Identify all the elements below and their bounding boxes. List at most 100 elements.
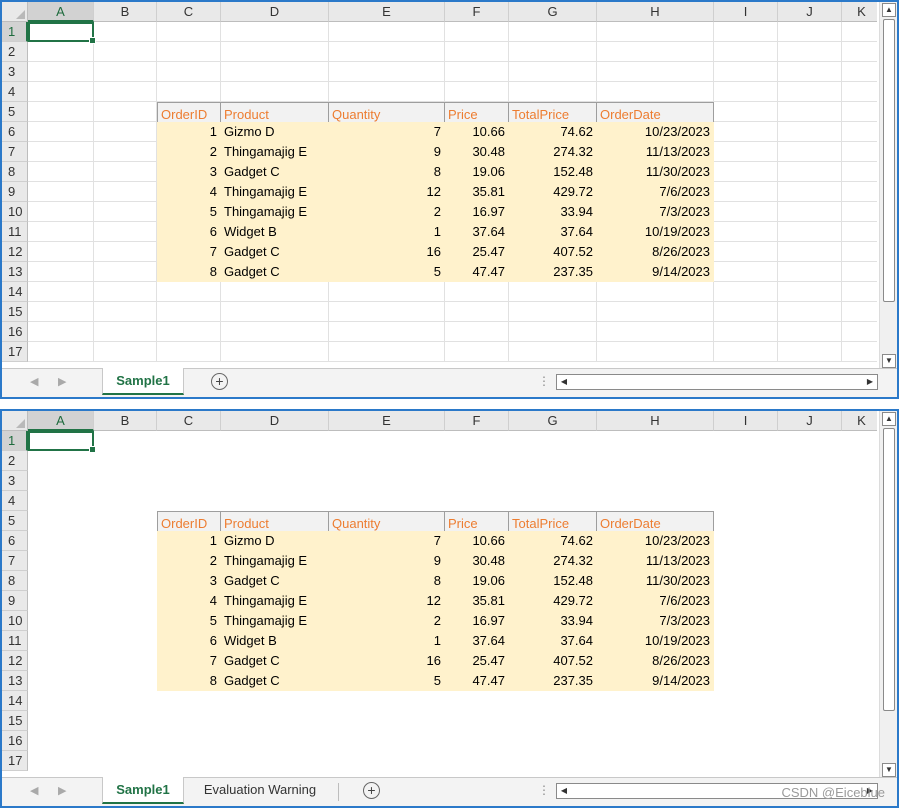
table-cell[interactable]: 16.97 [445,202,509,222]
cell[interactable] [94,691,157,711]
cell[interactable] [28,651,94,671]
cell[interactable] [778,491,842,511]
cell[interactable] [842,222,877,242]
table-header-cell[interactable]: OrderID [157,511,221,532]
table-cell[interactable]: 16 [329,242,445,262]
table-cell[interactable]: 152.48 [509,162,597,182]
cell[interactable] [509,731,597,751]
table-cell[interactable]: 30.48 [445,142,509,162]
row-header-12[interactable]: 12 [2,242,28,262]
cell[interactable] [714,182,778,202]
cell[interactable] [94,242,157,262]
column-header-h[interactable]: H [597,2,714,22]
cell[interactable] [714,571,778,591]
cell[interactable] [597,431,714,451]
table-cell[interactable]: 7 [329,122,445,142]
vertical-scroll-thumb[interactable] [883,19,895,302]
table-cell[interactable]: 7/3/2023 [597,202,714,222]
cell[interactable] [94,671,157,691]
table-cell[interactable]: 35.81 [445,182,509,202]
cell[interactable] [842,631,877,651]
cell[interactable] [157,322,221,342]
cell[interactable] [94,731,157,751]
row-header-13[interactable]: 13 [2,671,28,691]
table-cell[interactable]: 16 [329,651,445,671]
table-cell[interactable]: 6 [157,222,221,242]
table-cell[interactable]: 7/6/2023 [597,182,714,202]
row-header-3[interactable]: 3 [2,62,28,82]
row-header-1[interactable]: 1 [2,22,28,42]
vertical-scrollbar[interactable]: ▲ ▼ [879,2,897,370]
cell[interactable] [221,451,329,471]
column-header-a[interactable]: A [28,2,94,22]
cell[interactable] [94,631,157,651]
table-cell[interactable]: 37.64 [509,631,597,651]
cell[interactable] [714,491,778,511]
table-header-cell[interactable]: Quantity [329,511,445,532]
active-cell-selection[interactable] [28,22,96,44]
cell[interactable] [157,82,221,102]
cell[interactable] [329,22,445,42]
row-header-15[interactable]: 15 [2,302,28,322]
table-cell[interactable]: 16.97 [445,611,509,631]
cell[interactable] [509,82,597,102]
cell[interactable] [778,222,842,242]
table-cell[interactable]: Gadget C [221,162,329,182]
sheet-tab-sample1[interactable]: Sample1 [102,368,184,395]
column-header-d[interactable]: D [221,411,329,431]
cell[interactable] [778,322,842,342]
table-cell[interactable]: 429.72 [509,591,597,611]
active-cell-selection[interactable] [28,431,96,453]
table-cell[interactable]: 237.35 [509,671,597,691]
table-cell[interactable]: 11/30/2023 [597,162,714,182]
table-cell[interactable]: 5 [329,262,445,282]
cell[interactable] [94,471,157,491]
table-cell[interactable]: 10/19/2023 [597,631,714,651]
cell[interactable] [157,711,221,731]
column-header-k[interactable]: K [842,411,877,431]
table-cell[interactable]: 10/23/2023 [597,122,714,142]
scroll-down-icon[interactable]: ▼ [882,354,896,368]
cell[interactable] [597,451,714,471]
cell[interactable] [714,242,778,262]
column-header-j[interactable]: J [778,411,842,431]
cell[interactable] [714,102,778,122]
cell[interactable] [157,62,221,82]
row-header-2[interactable]: 2 [2,451,28,471]
table-cell[interactable]: 7 [329,531,445,551]
table-cell[interactable]: Thingamajig E [221,551,329,571]
cell[interactable] [714,122,778,142]
table-cell[interactable]: 152.48 [509,571,597,591]
cell[interactable] [157,42,221,62]
cell[interactable] [714,322,778,342]
cell[interactable] [778,451,842,471]
cell[interactable] [842,751,877,771]
cell[interactable] [778,242,842,262]
cell[interactable] [842,262,877,282]
scroll-right-icon[interactable]: ▶ [864,376,876,388]
cell[interactable] [94,142,157,162]
row-header-4[interactable]: 4 [2,491,28,511]
table-cell[interactable]: Thingamajig E [221,202,329,222]
cell[interactable] [28,531,94,551]
table-cell[interactable]: 7 [157,651,221,671]
table-cell[interactable]: 3 [157,162,221,182]
cell[interactable] [778,711,842,731]
cell[interactable] [714,731,778,751]
cell[interactable] [778,342,842,362]
table-cell[interactable]: Widget B [221,631,329,651]
table-cell[interactable]: 274.32 [509,142,597,162]
row-header-16[interactable]: 16 [2,322,28,342]
table-cell[interactable]: 37.64 [509,222,597,242]
cell[interactable] [714,651,778,671]
table-header-cell[interactable]: Price [445,511,509,532]
select-all-corner[interactable] [2,411,28,431]
table-cell[interactable]: 19.06 [445,162,509,182]
cell[interactable] [329,691,445,711]
cell[interactable] [28,691,94,711]
cell[interactable] [778,631,842,651]
cell[interactable] [714,531,778,551]
cell[interactable] [509,42,597,62]
column-header-g[interactable]: G [509,2,597,22]
cell[interactable] [714,691,778,711]
